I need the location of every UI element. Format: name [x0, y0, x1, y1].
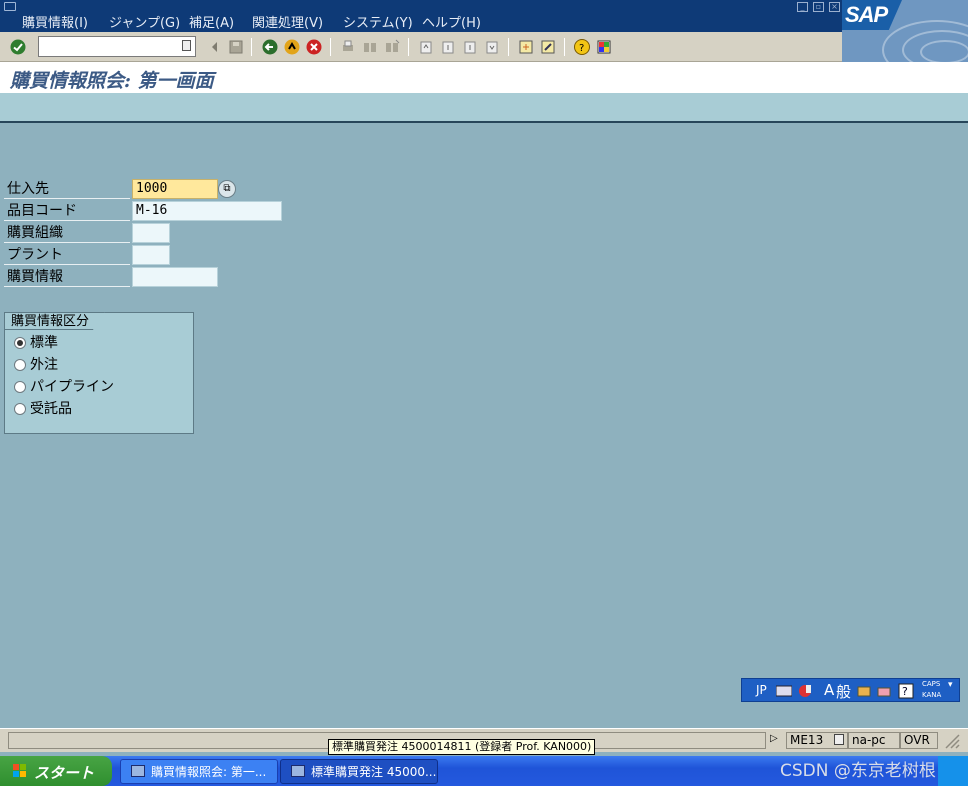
tools-icon[interactable]	[876, 683, 892, 699]
ime-language[interactable]: JP	[756, 683, 767, 697]
ime-input-mode[interactable]: A	[824, 681, 834, 699]
ime-language-bar: JP A 般 ? CAPS KANA ▾	[741, 678, 960, 702]
close-window-icon[interactable]: ×	[829, 2, 840, 12]
vendor-label: 仕入先	[7, 181, 49, 197]
plant-label: プラント	[7, 247, 63, 263]
material-label: 品目コード	[7, 203, 77, 219]
radio-selected-icon[interactable]	[14, 337, 26, 349]
purch-org-label: 購買組織	[7, 225, 63, 241]
menu-bar: 購買情報(I) ジャンプ(G) 補足(A) 関連処理(V) システム(Y) ヘル…	[0, 0, 968, 32]
back-icon[interactable]	[262, 39, 278, 55]
watermark: CSDN @东京老树根	[780, 761, 936, 781]
restore-icon[interactable]: ▫	[813, 2, 824, 12]
purch-org-field[interactable]	[132, 223, 170, 243]
value-help-icon[interactable]: ⧉	[218, 180, 236, 198]
vendor-field[interactable]: 1000	[132, 179, 218, 199]
next-page-icon[interactable]	[462, 39, 478, 55]
plant-field[interactable]	[132, 245, 170, 265]
title-bar: 購買情報照会: 第一画面	[0, 62, 968, 93]
print-icon[interactable]	[340, 39, 356, 55]
cancel-icon[interactable]	[306, 39, 322, 55]
ime-options-icon[interactable]: ▾	[948, 680, 953, 690]
caps-indicator: CAPS	[922, 680, 941, 688]
radio-unselected-icon[interactable]	[14, 403, 26, 415]
ime-help-icon[interactable]: ?	[898, 683, 914, 699]
new-session-icon[interactable]	[518, 39, 534, 55]
info-category-group: 購買情報区分 標準 外注 パイプライン 受託品	[4, 312, 194, 434]
menu-purchasing-info[interactable]: 購買情報(I)	[22, 12, 88, 31]
layout-icon[interactable]	[596, 39, 612, 55]
task-button-info-record[interactable]: 購買情報照会: 第一...	[120, 759, 278, 784]
exit-icon[interactable]	[284, 39, 300, 55]
dictionary-icon[interactable]	[856, 683, 872, 699]
menu-extras[interactable]: 補足(A)	[189, 12, 234, 31]
sap-logo: SAP	[842, 0, 902, 30]
first-page-icon[interactable]	[418, 39, 434, 55]
insert-mode[interactable]: OVR	[900, 732, 938, 749]
system-menu-icon[interactable]	[4, 2, 16, 11]
enter-icon[interactable]	[10, 39, 26, 55]
minimize-icon[interactable]: _	[797, 2, 808, 12]
keyboard-icon[interactable]	[776, 685, 792, 697]
shortcut-icon[interactable]	[540, 39, 556, 55]
status-expand-icon[interactable]: ▷	[770, 733, 778, 744]
info-record-label: 購買情報	[7, 269, 63, 285]
group-title: 購買情報区分	[4, 312, 106, 330]
sap-logo-area: SAP	[842, 0, 968, 62]
collapse-icon[interactable]	[207, 39, 223, 55]
radio-unselected-icon[interactable]	[14, 359, 26, 371]
system-tray	[938, 756, 968, 786]
transaction-code: ME13	[786, 732, 848, 749]
windows-logo-icon	[13, 764, 26, 777]
command-history-icon[interactable]	[182, 40, 191, 51]
ime-pad-icon[interactable]	[797, 683, 813, 699]
kana-indicator: KANA	[922, 691, 942, 699]
menu-system[interactable]: システム(Y)	[343, 12, 413, 31]
windows-taskbar: スタート 購買情報照会: 第一... 標準購買発注 45000... CSDN …	[0, 756, 968, 786]
plant-underline	[4, 264, 130, 265]
menu-goto[interactable]: ジャンプ(G)	[109, 12, 180, 31]
sap-window-icon	[291, 765, 305, 777]
status-tooltip: 標準購買発注 4500014811 (登録者 Prof. KAN000)	[328, 739, 596, 755]
menu-environment[interactable]: 関連処理(V)	[252, 12, 323, 31]
sap-window-icon	[131, 765, 145, 777]
server-name: na-pc	[848, 732, 900, 749]
svg-text:?: ?	[902, 685, 908, 698]
previous-page-icon[interactable]	[440, 39, 456, 55]
system-info-icon[interactable]	[834, 734, 844, 745]
find-icon[interactable]	[362, 39, 378, 55]
resize-grip-icon[interactable]	[942, 733, 960, 749]
application-toolbar	[0, 93, 968, 123]
vendor-underline	[4, 198, 130, 199]
ime-conversion-mode[interactable]: 般	[836, 681, 851, 702]
material-field[interactable]: M-16	[132, 201, 282, 221]
save-icon[interactable]	[228, 39, 244, 55]
standard-toolbar: ?	[0, 32, 842, 62]
find-next-icon[interactable]	[384, 39, 400, 55]
last-page-icon[interactable]	[484, 39, 500, 55]
task-button-purchase-order[interactable]: 標準購買発注 45000...	[280, 759, 438, 784]
info-record-underline	[4, 286, 130, 287]
info-record-field[interactable]	[132, 267, 218, 287]
radio-unselected-icon[interactable]	[14, 381, 26, 393]
page-title: 購買情報照会: 第一画面	[10, 70, 214, 92]
menu-help[interactable]: ヘルプ(H)	[422, 12, 481, 31]
help-icon[interactable]: ?	[574, 39, 590, 55]
purch-org-underline	[4, 242, 130, 243]
command-field[interactable]	[38, 36, 196, 57]
material-underline	[4, 220, 130, 221]
svg-text:?: ?	[579, 43, 584, 54]
start-button[interactable]: スタート	[0, 756, 112, 786]
